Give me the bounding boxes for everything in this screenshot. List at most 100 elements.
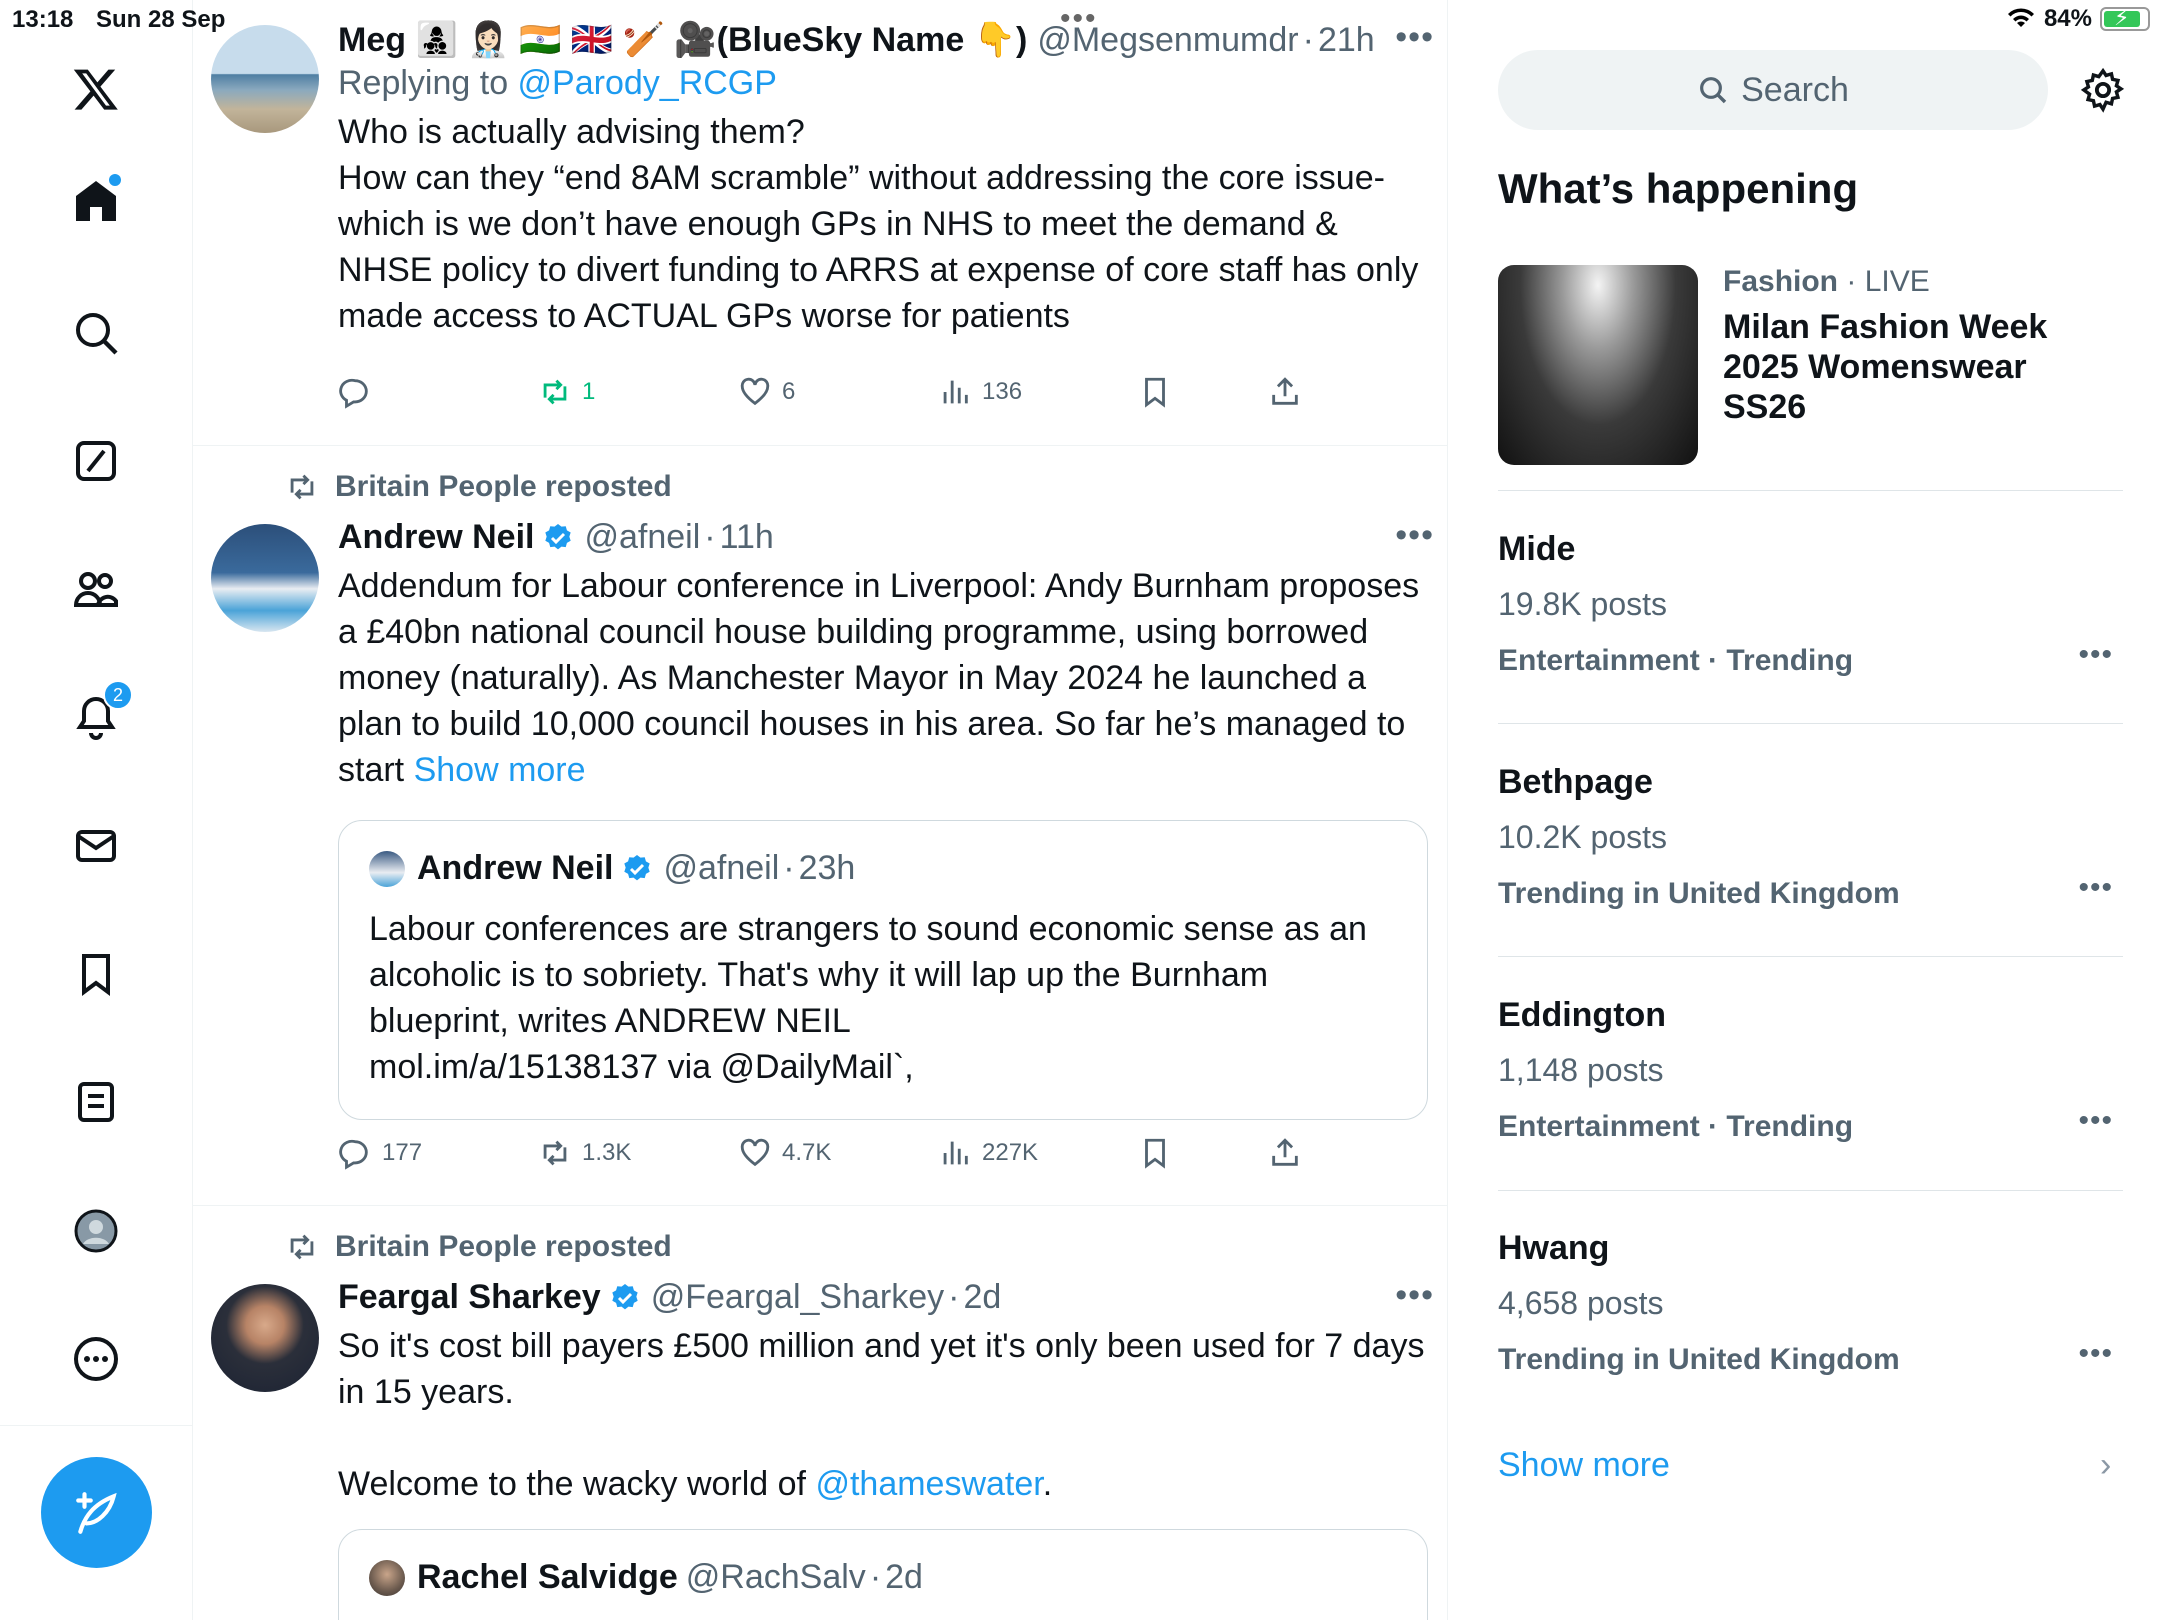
featured-trend[interactable]: Fashion · LIVE Milan Fashion Week 2025 W… <box>1498 265 2123 490</box>
bookmark-button[interactable] <box>1138 375 1172 409</box>
section-title: What’s happening <box>1498 165 1859 212</box>
quote-timestamp: 2d <box>885 1558 923 1596</box>
home-icon[interactable] <box>65 170 127 232</box>
timestamp[interactable]: 2d <box>963 1278 1001 1317</box>
avatar[interactable] <box>211 25 319 133</box>
reply-button[interactable]: 177 <box>338 1136 422 1170</box>
bookmarks-icon[interactable] <box>65 943 127 1005</box>
communities-icon[interactable] <box>65 558 127 620</box>
reply-button[interactable] <box>338 375 382 409</box>
view-count: 227K <box>982 1139 1039 1166</box>
reposted-by[interactable]: Britain People reposted <box>335 470 672 504</box>
trend-item[interactable]: Eddington 1,148 posts Entertainment · Tr… <box>1498 996 2123 1196</box>
quote-display-name: Andrew Neil <box>417 849 614 887</box>
wifi-icon <box>2007 8 2034 27</box>
search-icon <box>1700 77 1727 104</box>
search-input[interactable]: Search <box>1498 50 2048 130</box>
profile-icon[interactable] <box>65 1200 127 1262</box>
trend-item[interactable]: Mide 19.8K posts Entertainment · Trendin… <box>1498 530 2123 730</box>
more-options-icon[interactable]: ••• <box>2078 1104 2113 1138</box>
reply-to-link[interactable]: @Parody_RCGP <box>518 64 777 102</box>
chevron-right-icon[interactable]: › <box>2100 1446 2111 1485</box>
search-icon[interactable] <box>65 302 127 364</box>
tweet-body: Meg 👩‍👧‍👦 👩🏻‍⚕️ 🇮🇳 🇬🇧 🏏 🎥(BlueSky Name 👇… <box>338 20 1428 339</box>
multitasking-dots-icon[interactable]: ••• <box>1060 4 1098 34</box>
trend-context: Entertainment · Trending <box>1498 1110 1854 1143</box>
repost-icon <box>290 1234 314 1260</box>
verified-badge-icon <box>612 1283 638 1309</box>
lists-icon[interactable] <box>65 1071 127 1133</box>
more-options-icon[interactable]: ••• <box>2078 871 2113 905</box>
share-button[interactable] <box>1268 375 1302 409</box>
bookmark-button[interactable] <box>1138 1136 1172 1170</box>
repost-icon <box>290 474 314 500</box>
share-icon <box>1272 377 1298 405</box>
more-options-icon[interactable]: ••• <box>2078 1337 2113 1371</box>
display-name[interactable]: Andrew Neil <box>338 518 534 557</box>
trend-item[interactable]: Bethpage 10.2K posts Trending in United … <box>1498 763 2123 963</box>
views-button[interactable]: 227K <box>938 1136 1038 1170</box>
tweet-header: Andrew Neil @afneil · 11h <box>338 518 1428 557</box>
more-options-icon[interactable]: ••• <box>1395 516 1434 555</box>
verified-badge-icon <box>624 854 651 880</box>
trend-name: Bethpage <box>1498 763 1653 801</box>
show-more-link[interactable]: Show more <box>414 751 586 789</box>
compose-icon <box>75 1491 117 1534</box>
share-button[interactable] <box>1268 1136 1302 1170</box>
repost-button[interactable]: 1 <box>538 375 595 409</box>
handle[interactable]: @Feargal_Sharkey <box>651 1278 944 1317</box>
quote-display-name: Rachel Salvidge <box>417 1558 678 1596</box>
quote-avatar <box>369 1559 405 1596</box>
search-placeholder: Search <box>1741 70 1849 109</box>
tweet-body: Andrew Neil @afneil · 11h Addendum for L… <box>338 518 1428 793</box>
repost-icon <box>543 379 567 405</box>
reposted-by[interactable]: Britain People reposted <box>335 1230 672 1264</box>
bookmark-icon <box>1145 377 1165 408</box>
separator: · <box>704 518 716 556</box>
trend-count: 4,658 posts <box>1498 1285 1664 1321</box>
tweet-andrew-neil[interactable]: Britain People reposted Andrew Neil @afn… <box>193 446 1447 1202</box>
avatar[interactable] <box>211 1284 319 1392</box>
more-options-icon[interactable]: ••• <box>2078 638 2113 672</box>
grok-icon[interactable] <box>65 430 127 492</box>
like-count: 6 <box>782 378 796 405</box>
views-button[interactable]: 136 <box>938 375 1022 409</box>
handle[interactable]: @afneil <box>584 518 700 557</box>
trend-count: 1,148 posts <box>1498 1052 1664 1088</box>
messages-icon[interactable] <box>65 815 127 877</box>
repost-count: 1 <box>582 378 596 405</box>
trend-divider <box>1498 1190 2123 1191</box>
trend-item[interactable]: Hwang 4,658 posts Trending in United Kin… <box>1498 1229 2123 1429</box>
quoted-tweet[interactable]: Rachel Salvidge @RachSalv · 2d <box>338 1529 1428 1620</box>
like-button[interactable]: 4.7K <box>738 1136 831 1170</box>
mention-link[interactable]: @thameswater <box>815 1465 1042 1503</box>
trend-name: Eddington <box>1498 996 1667 1034</box>
separator: · <box>783 849 795 887</box>
timestamp[interactable]: 11h <box>720 518 774 557</box>
notifications-icon[interactable]: 2 <box>65 680 133 748</box>
trend-divider <box>1498 723 2123 724</box>
compose-button[interactable] <box>41 1457 152 1568</box>
trend-count: 10.2K posts <box>1498 819 1667 855</box>
show-more-link[interactable]: Show more <box>1498 1446 1670 1485</box>
x-logo-icon[interactable] <box>65 58 127 120</box>
notifications-badge: 2 <box>103 680 133 710</box>
main-feed: Meg 👩‍👧‍👦 👩🏻‍⚕️ 🇮🇳 🇬🇧 🏏 🎥(BlueSky Name 👇… <box>193 0 1448 1620</box>
bookmark-icon <box>1145 1138 1165 1169</box>
tweet-feargal-sharkey[interactable]: Britain People reposted Feargal Sharkey … <box>193 1206 1447 1620</box>
more-icon[interactable] <box>65 1328 127 1390</box>
quote-text: Labour conferences are strangers to soun… <box>369 910 1367 1086</box>
gear-icon[interactable] <box>2080 67 2126 113</box>
quoted-tweet[interactable]: Andrew Neil @afneil · 23h Labour confere… <box>338 820 1428 1120</box>
quote-avatar <box>369 850 405 887</box>
display-name[interactable]: Feargal Sharkey <box>338 1278 601 1317</box>
more-options-icon[interactable]: ••• <box>1395 1276 1434 1315</box>
view-count: 136 <box>982 378 1023 405</box>
quote-header: Andrew Neil @afneil · 23h <box>369 849 855 888</box>
tweet-meg[interactable]: Meg 👩‍👧‍👦 👩🏻‍⚕️ 🇮🇳 🇬🇧 🏏 🎥(BlueSky Name 👇… <box>193 0 1447 445</box>
like-button[interactable]: 6 <box>738 375 795 409</box>
repost-context: Britain People reposted <box>285 1230 672 1264</box>
repost-button[interactable]: 1.3K <box>538 1136 631 1170</box>
trend-divider <box>1498 490 2123 491</box>
avatar[interactable] <box>211 524 319 632</box>
